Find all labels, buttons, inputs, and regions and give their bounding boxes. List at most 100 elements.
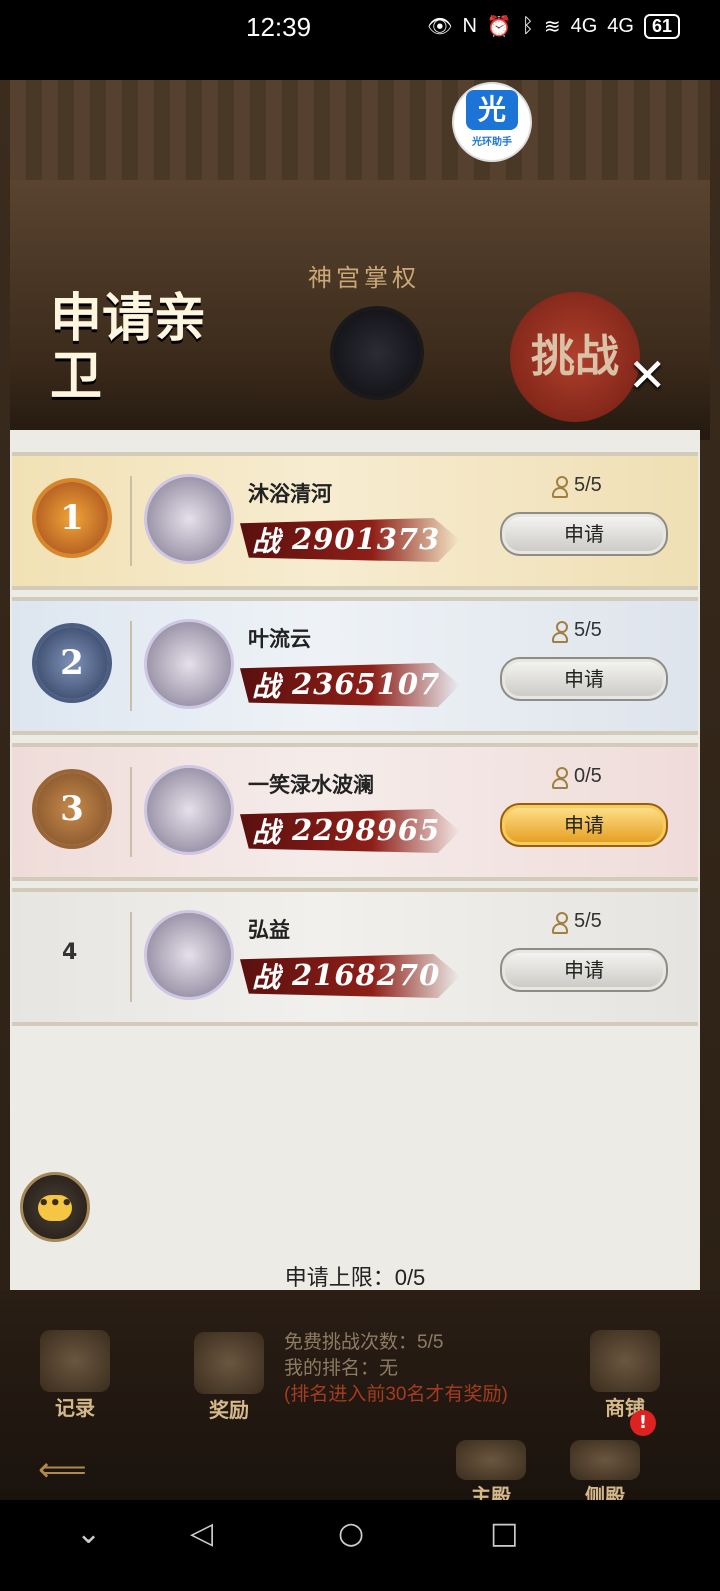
shop-button[interactable]: 商铺 — [580, 1330, 670, 1421]
scroll-icon — [40, 1330, 110, 1392]
divider — [130, 621, 132, 711]
combat-power-banner: 战 2365107 — [240, 663, 460, 707]
wifi-icon: ≋ — [543, 16, 561, 38]
rank-badge-bronze: 3 — [36, 773, 108, 845]
person-icon — [552, 475, 568, 498]
status-bar: 12:39 👁 N ⏰ ᛒ ≋ 4G 4G 61 — [0, 0, 720, 80]
combat-power: 2168270 — [292, 958, 441, 992]
logo-char: 光 — [466, 90, 518, 130]
rank-badge-silver: 2 — [36, 627, 108, 699]
rank-row: 1 沐浴清河 战 2901373 5/5 申请 — [12, 452, 698, 590]
main-hall-button[interactable]: 主殿 — [446, 1440, 536, 1500]
quota-value: 0/5 — [574, 765, 602, 787]
rewards-label: 奖励 — [209, 1398, 249, 1422]
rank-row: 2 叶流云 战 2365107 5/5 申请 — [12, 597, 698, 735]
close-icon[interactable]: ✕ — [628, 348, 667, 402]
combat-power: 2901373 — [292, 522, 441, 556]
back-icon[interactable]: ◁ — [190, 1516, 213, 1551]
ranking-panel: 1 沐浴清河 战 2901373 5/5 申请 2 叶流云 战 2365107 — [10, 430, 700, 1290]
recents-icon[interactable]: □ — [490, 1516, 518, 1551]
coin-shop-icon — [590, 1330, 660, 1392]
power-prefix: 战 — [252, 961, 281, 994]
chat-icon: ••• — [38, 1195, 73, 1221]
side-hall-label: 侧殿 — [585, 1484, 625, 1500]
rank-row: 4 弘益 战 2168270 5/5 申请 — [12, 888, 698, 1026]
challenge-button[interactable]: 挑战 — [510, 292, 640, 422]
combat-power-banner: 战 2298965 — [240, 809, 460, 853]
power-prefix: 战 — [252, 816, 281, 849]
system-nav-bar: ⌄ ◁ ○ □ — [0, 1500, 720, 1591]
divider — [130, 767, 132, 857]
apply-limit: 申请上限：0/5 — [284, 1265, 426, 1290]
shop-label: 商铺 — [605, 1396, 645, 1420]
back-arrow-icon[interactable]: ⟸ — [38, 1450, 87, 1490]
logo-text: 光环助手 — [472, 137, 512, 148]
combat-power-banner: 战 2901373 — [240, 518, 460, 562]
combat-power: 2365107 — [292, 667, 441, 701]
rank-row: 3 一笑渌水波澜 战 2298965 0/5 申请 — [12, 743, 698, 881]
divider — [130, 912, 132, 1002]
power-prefix: 战 — [252, 670, 281, 703]
records-label: 记录 — [55, 1396, 95, 1420]
combat-power: 2298965 — [292, 813, 441, 847]
eye-icon: 👁 — [427, 16, 453, 38]
current-guardian-avatar[interactable] — [330, 306, 424, 400]
my-rank: 我的排名：无 — [284, 1358, 399, 1379]
player-name: 一笑渌水波澜 — [248, 773, 374, 797]
temple-sign: 神宫掌权 — [308, 264, 420, 292]
nfc-icon: N — [462, 15, 477, 37]
player-name: 弘益 — [248, 918, 290, 942]
network-icon-2: 4G — [607, 15, 634, 37]
person-icon — [552, 766, 568, 789]
apply-button[interactable]: 申请 — [500, 512, 668, 556]
player-avatar[interactable] — [144, 619, 234, 709]
side-hall-button[interactable]: 侧殿 — [560, 1440, 650, 1500]
combat-power-banner: 战 2168270 — [240, 954, 460, 998]
guard-quota: 5/5 — [552, 619, 602, 643]
person-icon — [552, 911, 568, 934]
apply-button-active[interactable]: 申请 — [500, 803, 668, 847]
roof-art — [10, 80, 710, 186]
assistant-logo[interactable]: 光 光环助手 — [452, 82, 532, 162]
bluetooth-icon: ᛒ — [521, 15, 534, 37]
reward-hint: (排名进入前30名才有奖励) — [284, 1384, 508, 1405]
home-icon[interactable]: ○ — [338, 1516, 364, 1551]
alarm-icon: ⏰ — [486, 16, 512, 38]
chat-button[interactable]: ••• — [20, 1172, 90, 1242]
rewards-button[interactable]: 奖励 — [184, 1332, 274, 1423]
status-icons: 👁 N ⏰ ᛒ ≋ 4G 4G 61 — [427, 14, 680, 39]
quota-value: 5/5 — [574, 474, 602, 496]
quota-value: 5/5 — [574, 619, 602, 641]
bottom-bar: 记录 奖励 免费挑战次数：5/5 我的排名：无 (排名进入前30名才有奖励) 商… — [0, 1290, 720, 1500]
guard-quota: 5/5 — [552, 910, 602, 934]
network-icon-1: 4G — [570, 15, 598, 37]
person-icon — [552, 620, 568, 643]
free-challenges: 免费挑战次数：5/5 — [284, 1332, 444, 1353]
apply-button[interactable]: 申请 — [500, 948, 668, 992]
treasure-chest-icon — [194, 1332, 264, 1394]
rank-badge-gold: 1 — [36, 482, 108, 554]
player-avatar[interactable] — [144, 910, 234, 1000]
guard-quota: 0/5 — [552, 765, 602, 789]
game-screen: 光 光环助手 神宫掌权 申请亲卫 挑战 ✕ 1 沐浴清河 战 2901373 5… — [0, 80, 720, 1500]
player-avatar[interactable] — [144, 474, 234, 564]
quota-value: 5/5 — [574, 910, 602, 932]
page-title: 申请亲卫 — [50, 288, 207, 407]
power-prefix: 战 — [252, 525, 281, 558]
player-name: 沐浴清河 — [248, 482, 332, 506]
notification-badge: ! — [630, 1410, 656, 1436]
rank-number: 4 — [62, 940, 78, 965]
apply-button[interactable]: 申请 — [500, 657, 668, 701]
side-hall-icon — [570, 1440, 640, 1480]
main-hall-label: 主殿 — [471, 1484, 511, 1500]
main-hall-icon — [456, 1440, 526, 1480]
player-avatar[interactable] — [144, 765, 234, 855]
player-name: 叶流云 — [248, 627, 311, 651]
battery-indicator: 61 — [643, 14, 680, 39]
challenge-info: 免费挑战次数：5/5 我的排名：无 (排名进入前30名才有奖励) — [284, 1330, 508, 1408]
divider — [130, 476, 132, 566]
clock: 12:39 — [246, 12, 312, 42]
records-button[interactable]: 记录 — [30, 1330, 120, 1421]
guard-quota: 5/5 — [552, 474, 602, 498]
chevron-down-icon[interactable]: ⌄ — [76, 1516, 101, 1551]
